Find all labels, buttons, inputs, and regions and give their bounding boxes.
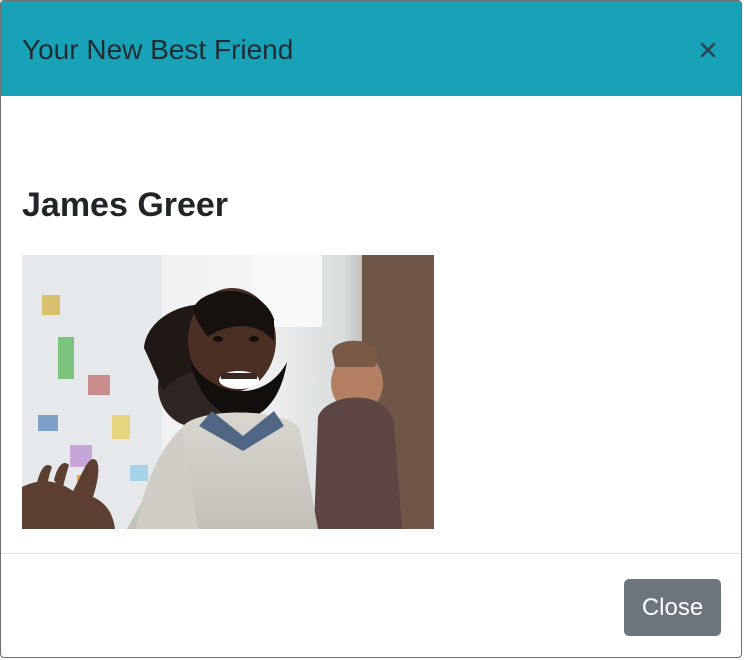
close-button[interactable]: Close <box>624 579 721 636</box>
modal-footer: Close <box>1 553 741 657</box>
modal-body: James Greer <box>1 96 741 553</box>
person-name: James Greer <box>22 186 229 224</box>
modal-header: Your New Best Friend <box>1 1 741 96</box>
close-icon[interactable] <box>695 37 721 63</box>
modal-dialog: Your New Best Friend James Greer Close <box>0 0 742 658</box>
person-photo <box>22 255 434 529</box>
modal-title: Your New Best Friend <box>22 34 294 65</box>
